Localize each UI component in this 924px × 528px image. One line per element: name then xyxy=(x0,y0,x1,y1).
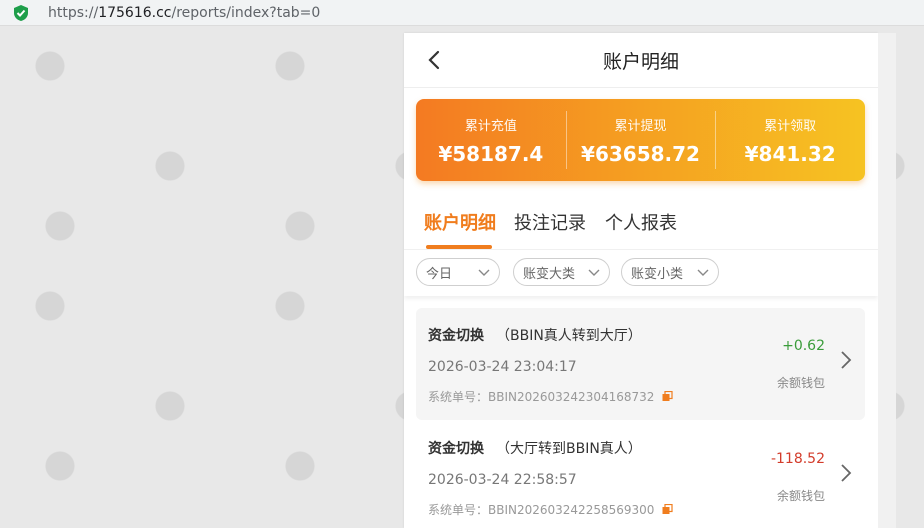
filter-label: 账变大类 xyxy=(523,266,576,282)
record-title: 资金切换 （大厅转到BBIN真人） xyxy=(428,438,642,458)
record-detail: （BBIN真人转到大厅） xyxy=(496,328,642,344)
category-filter-dropdown[interactable]: 账变大类 xyxy=(513,258,610,286)
chevron-down-icon xyxy=(478,269,490,276)
url-text[interactable]: https://175616.cc/reports/index?tab=0 xyxy=(48,5,320,21)
url-scheme: https:// xyxy=(48,4,99,21)
date-filter-dropdown[interactable]: 今日 xyxy=(416,258,500,286)
summary-label: 累计提现 xyxy=(614,118,667,134)
record-wallet: 余额钱包 xyxy=(776,376,825,390)
summary-card: 累计充值 ¥58187.4 累计提现 ¥63658.72 累计领取 ¥841.3… xyxy=(416,99,865,181)
summary-value: ¥58187.4 xyxy=(438,141,544,166)
chevron-down-icon xyxy=(697,269,709,276)
summary-value: ¥841.32 xyxy=(744,141,836,166)
copy-icon[interactable] xyxy=(662,504,674,515)
summary-withdraw: 累计提现 ¥63658.72 xyxy=(565,110,716,169)
summary-claimed: 累计领取 ¥841.32 xyxy=(715,110,865,169)
mobile-panel: 账户明细 累计充值 ¥58187.4 累计提现 ¥63658.72 累计领取 ¥… xyxy=(404,33,878,528)
record-detail: （大厅转到BBIN真人） xyxy=(496,441,642,457)
record-order-number: 系统单号：BBIN202603242304168732 xyxy=(428,390,655,404)
record-order: 系统单号：BBIN202603242258569300 xyxy=(428,501,674,518)
summary-label: 累计领取 xyxy=(764,118,817,134)
url-path: /reports/index?tab=0 xyxy=(171,4,321,21)
chevron-down-icon xyxy=(588,269,600,276)
summary-label: 累计充值 xyxy=(464,118,517,134)
record-wallet: 余额钱包 xyxy=(776,489,825,503)
record-card[interactable]: 资金切换 （BBIN真人转到大厅） 2026-03-24 23:04:17 系统单… xyxy=(416,308,865,420)
record-amount: -118.52 xyxy=(770,451,825,467)
filter-bar: 今日 账变大类 账变小类 xyxy=(404,249,878,296)
record-time: 2026-03-24 22:58:57 xyxy=(428,472,577,488)
tab-personal-report[interactable]: 个人报表 xyxy=(605,209,677,235)
record-card[interactable]: 资金切换 （大厅转到BBIN真人） 2026-03-24 22:58:57 系统单… xyxy=(416,421,865,528)
filter-label: 账变小类 xyxy=(631,266,684,282)
browser-address-bar[interactable]: https://175616.cc/reports/index?tab=0 xyxy=(0,0,924,26)
tab-bar: 账户明细 投注记录 个人报表 xyxy=(404,201,878,249)
page-title: 账户明细 xyxy=(602,51,679,73)
top-nav-bar: 账户明细 xyxy=(404,33,878,88)
record-type: 资金切换 xyxy=(428,328,484,344)
scrollbar[interactable] xyxy=(878,33,896,528)
summary-deposit: 累计充值 ¥58187.4 xyxy=(416,115,566,166)
record-title: 资金切换 （BBIN真人转到大厅） xyxy=(428,325,642,345)
summary-value: ¥63658.72 xyxy=(581,141,700,166)
subcategory-filter-dropdown[interactable]: 账变小类 xyxy=(621,258,719,286)
record-time: 2026-03-24 23:04:17 xyxy=(428,359,577,375)
chevron-right-icon[interactable] xyxy=(839,463,853,483)
copy-icon[interactable] xyxy=(662,391,674,402)
record-order-number: 系统单号：BBIN202603242258569300 xyxy=(428,503,655,517)
secure-shield-icon xyxy=(12,4,30,22)
url-host: 175616.cc xyxy=(98,4,172,21)
record-amount: +0.62 xyxy=(782,338,825,354)
record-type: 资金切换 xyxy=(428,441,484,457)
tab-account-details[interactable]: 账户明细 xyxy=(424,209,496,235)
filter-label: 今日 xyxy=(426,266,453,282)
record-order: 系统单号：BBIN202603242304168732 xyxy=(428,388,674,405)
tab-bet-records[interactable]: 投注记录 xyxy=(514,209,586,235)
chevron-right-icon[interactable] xyxy=(839,350,853,370)
